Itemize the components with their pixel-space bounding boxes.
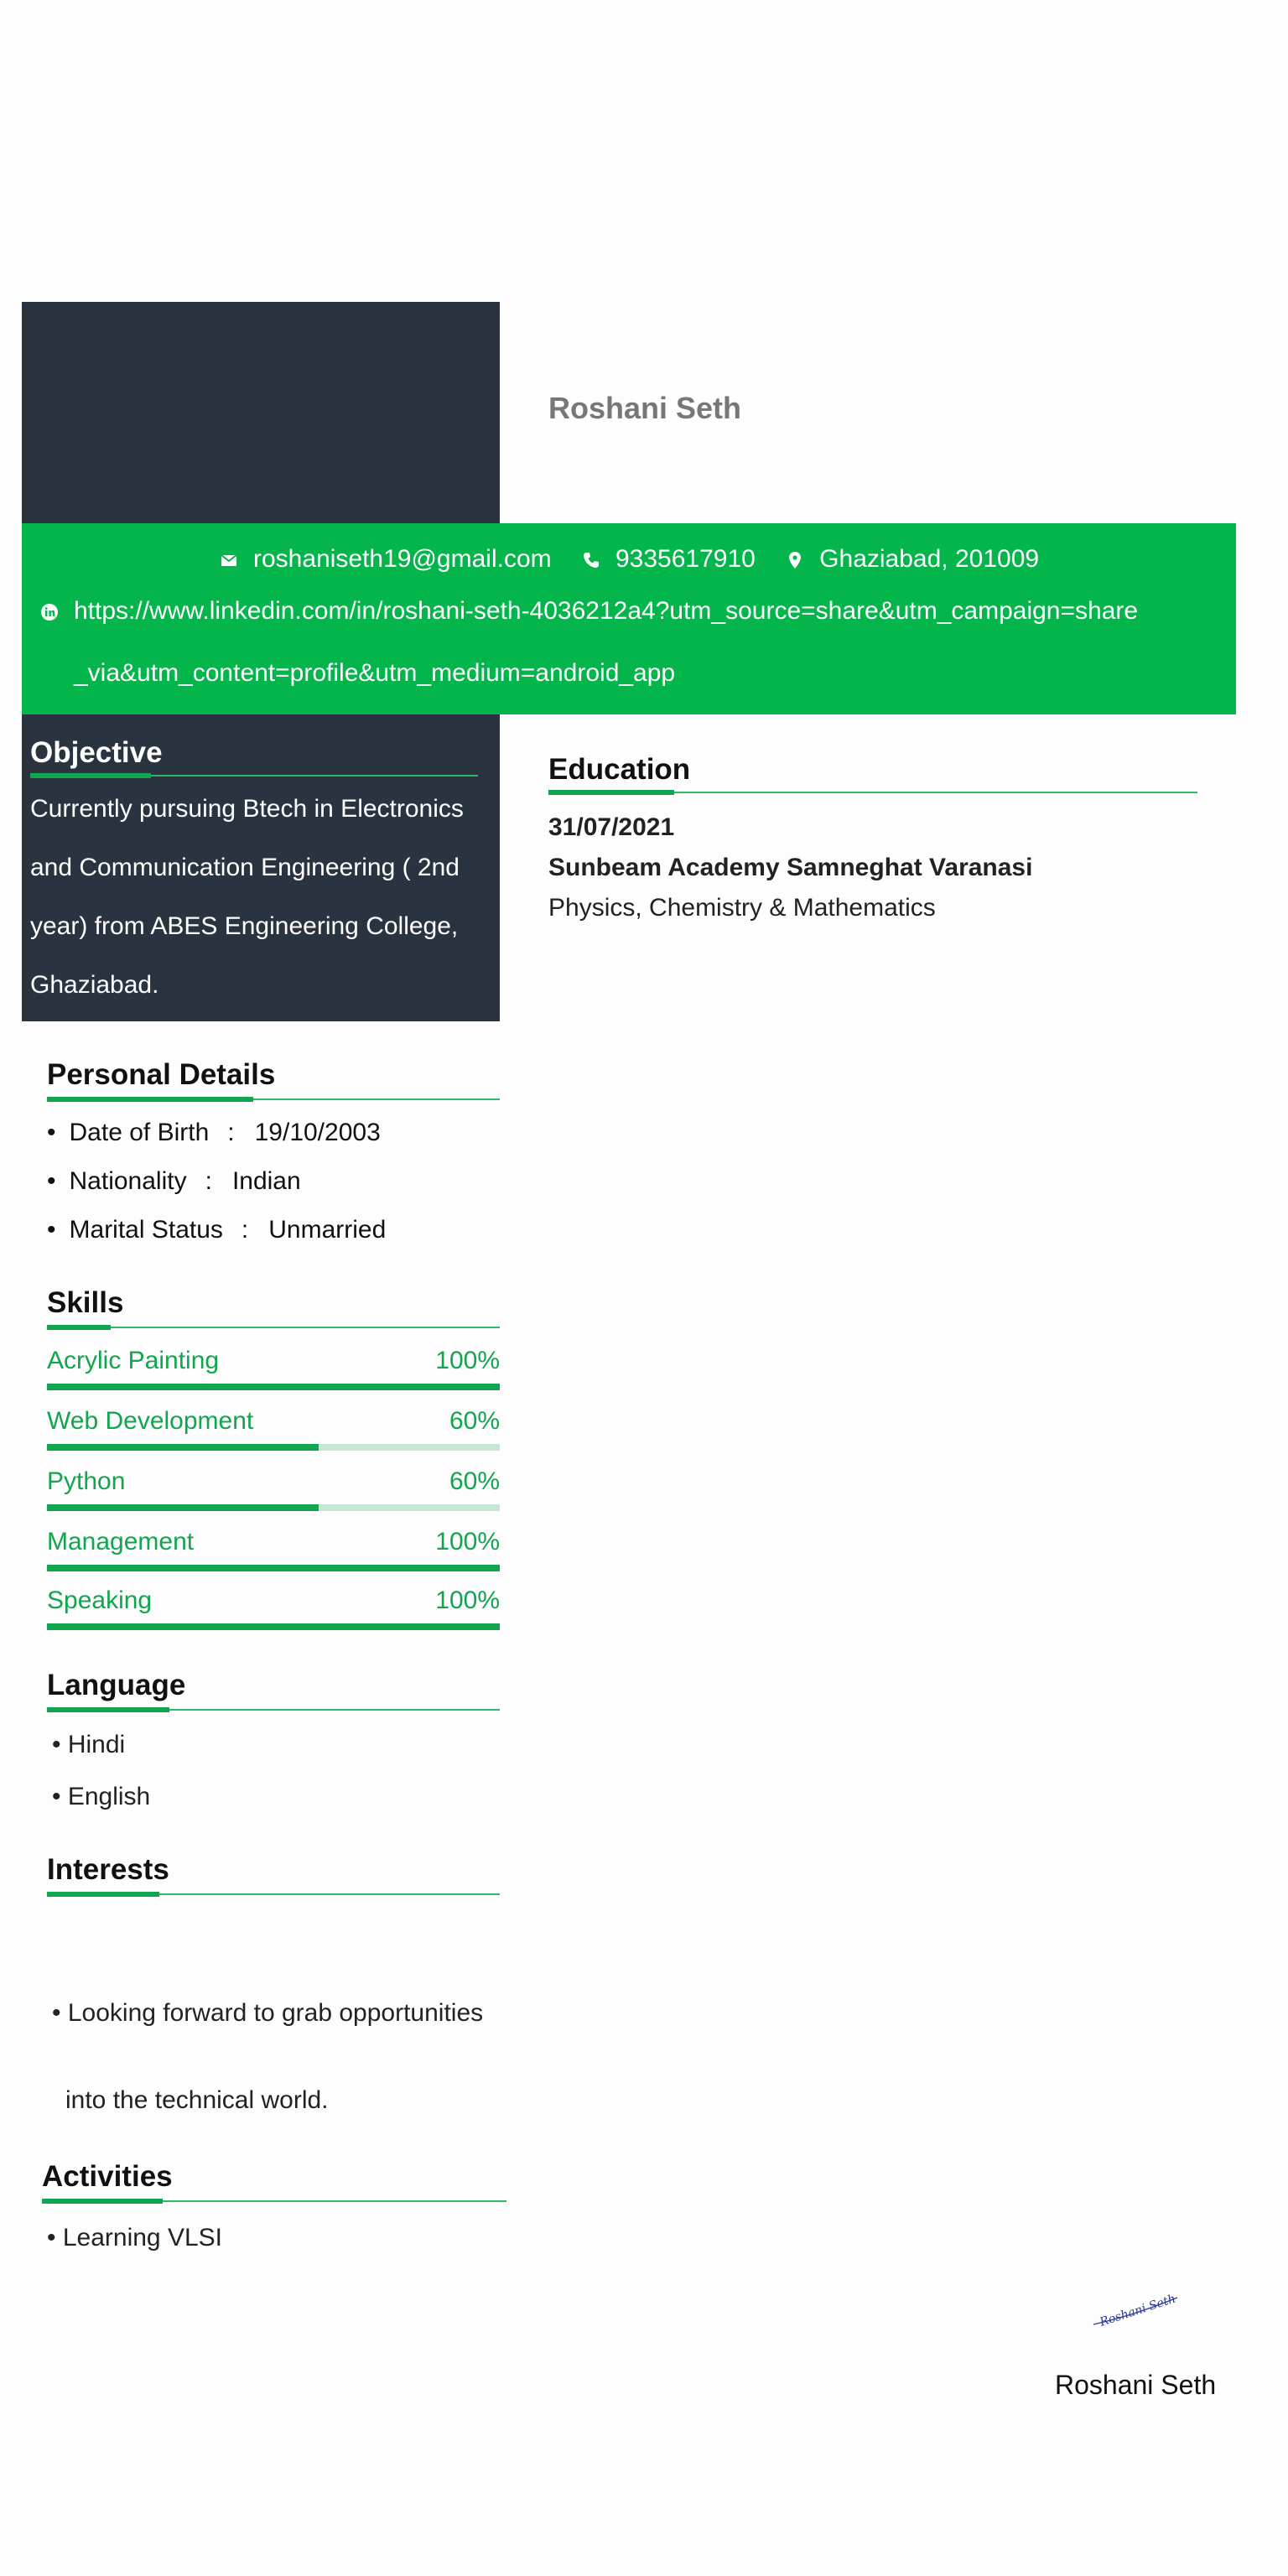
objective-text: Currently pursuing Btech in Electronics … bbox=[30, 780, 483, 1015]
language-heading: Language bbox=[47, 1669, 186, 1701]
objective-rule bbox=[30, 773, 478, 778]
email-link[interactable]: roshaniseth19@gmail.com bbox=[253, 545, 552, 573]
skill-percent: 100% bbox=[435, 1528, 500, 1555]
signature-name: Roshani Seth bbox=[1055, 2370, 1217, 2400]
personal-detail-row: • Marital Status: Unmarried bbox=[47, 1216, 387, 1244]
skill-bar-track bbox=[47, 1504, 500, 1511]
education-heading: Education bbox=[548, 753, 691, 786]
personal-details-rule bbox=[47, 1097, 500, 1102]
skill-name: Web Development bbox=[47, 1407, 254, 1435]
skill-bar-track bbox=[47, 1623, 500, 1630]
language-rule bbox=[47, 1707, 500, 1712]
phone-icon bbox=[582, 551, 600, 569]
location-text: Ghaziabad, 201009 bbox=[819, 545, 1040, 573]
skills-heading: Skills bbox=[47, 1286, 124, 1319]
skill-bar-track bbox=[47, 1384, 500, 1390]
education-subjects: Physics, Chemistry & Mathematics bbox=[548, 894, 936, 922]
contact-row: roshaniseth19@gmail.com 9335617910 Ghazi… bbox=[220, 545, 1039, 574]
skill-percent: 100% bbox=[435, 1347, 500, 1374]
interest-item: • Looking forward to grab opportunities bbox=[52, 1999, 484, 2027]
skill-percent: 60% bbox=[449, 1467, 500, 1495]
skill-bar-fill bbox=[47, 1384, 500, 1390]
activity-item: • Learning VLSI bbox=[47, 2224, 222, 2251]
language-item: • English bbox=[52, 1783, 151, 1810]
skill-name: Python bbox=[47, 1467, 126, 1495]
objective-line: and Communication Engineering ( 2nd bbox=[30, 854, 460, 881]
skill-bar-fill bbox=[47, 1504, 319, 1511]
skill-bar-track bbox=[47, 1565, 500, 1571]
education-school: Sunbeam Academy Samneghat Varanasi bbox=[548, 854, 1033, 881]
personal-details-heading: Personal Details bbox=[47, 1058, 276, 1091]
skill-name: Acrylic Painting bbox=[47, 1347, 220, 1374]
mail-icon bbox=[220, 551, 238, 569]
education-rule bbox=[548, 790, 1197, 795]
education-date: 31/07/2021 bbox=[548, 813, 675, 841]
location-pin-icon bbox=[786, 551, 804, 569]
skill-name: Speaking bbox=[47, 1587, 153, 1614]
interests-rule bbox=[47, 1892, 500, 1897]
language-item: • Hindi bbox=[52, 1731, 126, 1758]
linkedin-url-continued[interactable]: _via&utm_content=profile&utm_medium=andr… bbox=[74, 659, 675, 688]
objective-line: Currently pursuing Btech in Electronics bbox=[30, 795, 464, 823]
linkedin-row: https://www.linkedin.com/in/roshani-seth… bbox=[40, 597, 1138, 626]
interests-heading: Interests bbox=[47, 1853, 169, 1886]
personal-detail-row: • Nationality: Indian bbox=[47, 1167, 301, 1195]
interest-item-continued: into the technical world. bbox=[65, 2086, 329, 2114]
skill-bar-track bbox=[47, 1444, 500, 1451]
activities-heading: Activities bbox=[42, 2160, 173, 2193]
objective-line: year) from ABES Engineering College, bbox=[30, 912, 459, 940]
linkedin-icon bbox=[40, 603, 59, 621]
candidate-name: Roshani Seth bbox=[548, 391, 742, 425]
skill-percent: 100% bbox=[435, 1587, 500, 1614]
skill-name: Management bbox=[47, 1528, 195, 1555]
contact-band: roshaniseth19@gmail.com 9335617910 Ghazi… bbox=[22, 523, 1236, 714]
skill-bar-fill bbox=[47, 1565, 500, 1571]
skill-percent: 60% bbox=[449, 1407, 500, 1435]
activities-rule bbox=[42, 2199, 506, 2204]
skill-bar-fill bbox=[47, 1444, 319, 1451]
svg-text:Roshani Seth: Roshani Seth bbox=[1098, 2293, 1177, 2330]
skills-rule bbox=[47, 1325, 500, 1330]
objective-line: Ghaziabad. bbox=[30, 971, 159, 999]
objective-heading: Objective bbox=[30, 736, 163, 769]
phone-number[interactable]: 9335617910 bbox=[615, 545, 756, 573]
signature-image: Roshani Seth bbox=[1093, 2293, 1178, 2330]
header-dark-panel bbox=[22, 302, 500, 523]
personal-detail-row: • Date of Birth:19/10/2003 bbox=[47, 1119, 381, 1146]
linkedin-url[interactable]: https://www.linkedin.com/in/roshani-seth… bbox=[74, 597, 1138, 625]
skill-bar-fill bbox=[47, 1623, 500, 1630]
